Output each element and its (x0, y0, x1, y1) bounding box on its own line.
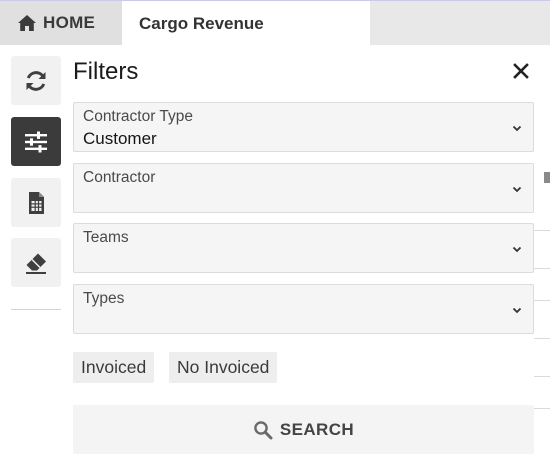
chevron-down-icon (512, 307, 522, 314)
search-icon (254, 420, 273, 439)
eraser-icon (26, 253, 46, 274)
background-edge-line (534, 376, 550, 377)
tab-bar: HOME Cargo Revenue (0, 0, 550, 46)
background-edge-line (534, 408, 550, 409)
tab-home[interactable]: HOME (0, 1, 122, 45)
background-edge-line (534, 230, 550, 231)
contractor-type-label: Contractor Type (83, 108, 193, 125)
sliders-icon (25, 131, 47, 152)
contractor-select[interactable]: Contractor (73, 163, 534, 213)
refresh-button[interactable] (11, 56, 61, 105)
tab-home-label: HOME (43, 13, 96, 32)
no-invoiced-chip[interactable]: No Invoiced (169, 352, 278, 383)
spreadsheet-icon (29, 191, 44, 214)
toolbar-divider (11, 309, 61, 310)
close-filters-button[interactable] (510, 60, 532, 82)
teams-select[interactable]: Teams (73, 223, 534, 273)
tab-cargo-revenue[interactable]: Cargo Revenue (122, 1, 370, 46)
refresh-icon (26, 70, 46, 91)
types-select[interactable]: Types (73, 284, 534, 334)
types-label: Types (83, 290, 125, 307)
export-button[interactable] (11, 178, 61, 227)
background-edge-marker (544, 172, 550, 183)
home-icon (18, 15, 36, 31)
chevron-down-icon (512, 125, 522, 132)
background-edge-line (534, 338, 550, 339)
chevron-down-icon (512, 246, 522, 253)
search-button[interactable]: SEARCH (73, 405, 534, 454)
contractor-label: Contractor (83, 169, 156, 186)
invoiced-chip[interactable]: Invoiced (73, 352, 155, 383)
filters-toggle-button[interactable] (11, 117, 61, 166)
contractor-type-value: Customer (83, 129, 157, 148)
filters-title: Filters (73, 58, 139, 85)
close-icon (513, 63, 529, 79)
teams-label: Teams (83, 229, 129, 246)
search-button-label: SEARCH (279, 419, 355, 439)
background-edge-line (534, 300, 550, 301)
contractor-type-select[interactable]: Contractor Type Customer (73, 102, 534, 152)
chevron-down-icon (512, 186, 522, 193)
background-edge-line (534, 268, 550, 269)
clear-button[interactable] (11, 238, 61, 287)
tab-cargo-revenue-label: Cargo Revenue (139, 13, 264, 33)
